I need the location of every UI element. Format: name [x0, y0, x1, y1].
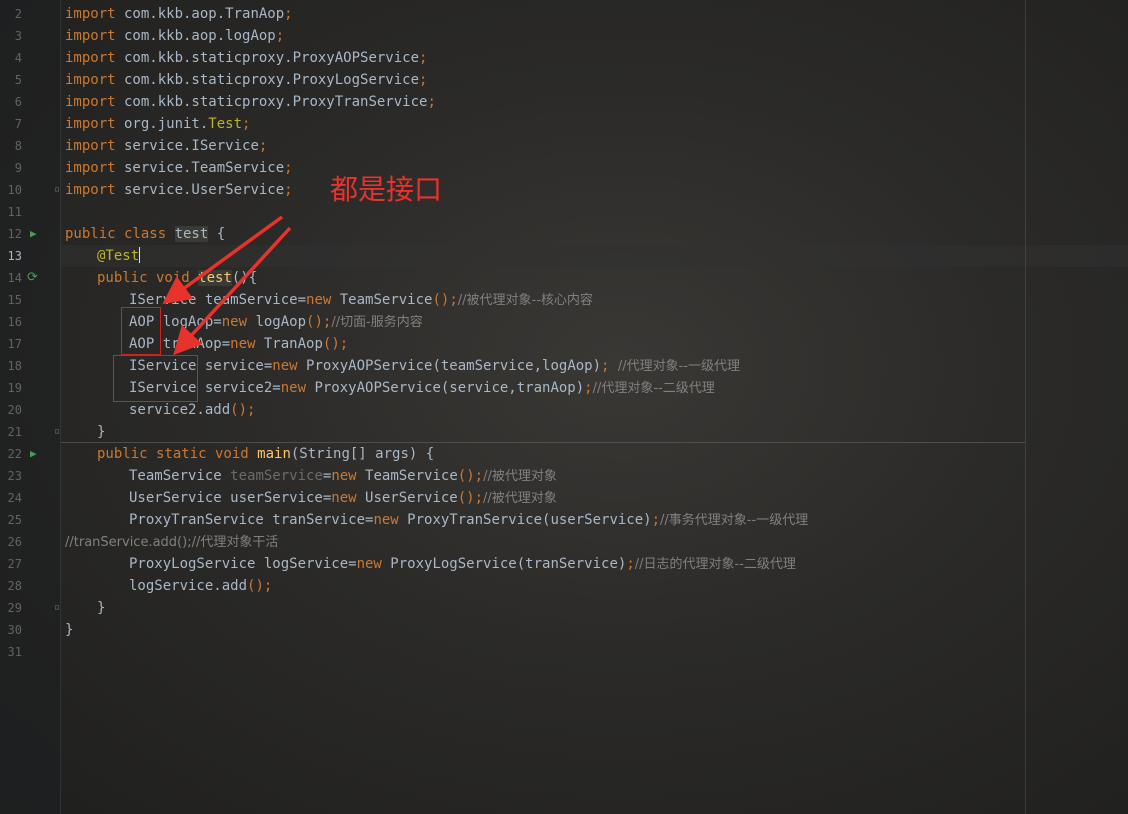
annotation-label: 都是接口 [330, 173, 443, 206]
arrow-to-aop [162, 215, 284, 305]
arrow-to-iservice [173, 226, 292, 356]
annotation-arrows [162, 215, 292, 356]
